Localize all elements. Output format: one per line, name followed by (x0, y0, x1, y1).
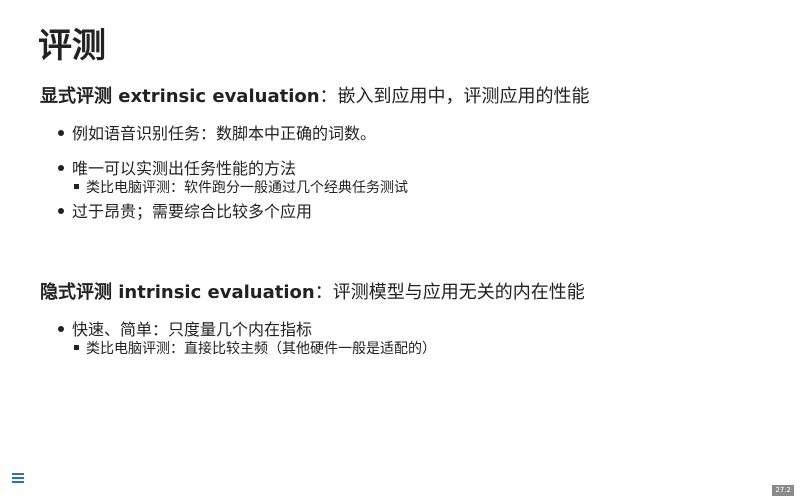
extrinsic-heading: 显式评测 extrinsic evaluation：嵌入到应用中，评测应用的性能 (40, 82, 590, 108)
sub-list-item-text: 类比电脑评测：软件跑分一般通过几个经典任务测试 (86, 180, 408, 196)
list-item-text: 例如语音识别任务：数脚本中正确的词数。 (72, 124, 377, 143)
intrinsic-description: ：评测模型与应用无关的内在性能 (314, 282, 585, 303)
extrinsic-term: 显式评测 extrinsic evaluation (40, 86, 320, 107)
intrinsic-heading: 隐式评测 intrinsic evaluation：评测模型与应用无关的内在性能 (40, 278, 585, 304)
bullet-dot-icon (58, 325, 64, 332)
list-item-text: 过于昂贵；需要综合比较多个应用 (72, 202, 313, 221)
hamburger-menu-icon[interactable] (12, 473, 24, 485)
extrinsic-description: ：嵌入到应用中，评测应用的性能 (319, 86, 590, 107)
slide: 评测 显式评测 extrinsic evaluation：嵌入到应用中，评测应用… (0, 0, 800, 500)
sub-list-item: 类比电脑评测：软件跑分一般通过几个经典任务测试 (74, 177, 408, 197)
list-item-text: 快速、简单：只度量几个内在指标 (72, 320, 313, 339)
bullet-square-icon (74, 183, 79, 189)
list-item: 例如语音识别任务：数脚本中正确的词数。 (58, 120, 376, 144)
bullet-square-icon (74, 344, 79, 350)
sub-list-item: 类比电脑评测：直接比较主频（其他硬件一般是适配的） (74, 338, 436, 358)
bullet-dot-icon (58, 207, 64, 214)
list-item: 过于昂贵；需要综合比较多个应用 (58, 198, 312, 222)
list-item-text: 唯一可以实测出任务性能的方法 (72, 159, 297, 178)
intrinsic-term: 隐式评测 intrinsic evaluation (40, 282, 315, 303)
sub-list-item-text: 类比电脑评测：直接比较主频（其他硬件一般是适配的） (86, 341, 436, 357)
page-number-badge: 27.2 (772, 485, 794, 496)
list-item: 唯一可以实测出任务性能的方法 (58, 155, 296, 179)
list-item: 快速、简单：只度量几个内在指标 (58, 316, 312, 340)
slide-title: 评测 (38, 26, 106, 66)
bullet-dot-icon (58, 164, 64, 171)
bullet-dot-icon (58, 129, 64, 136)
